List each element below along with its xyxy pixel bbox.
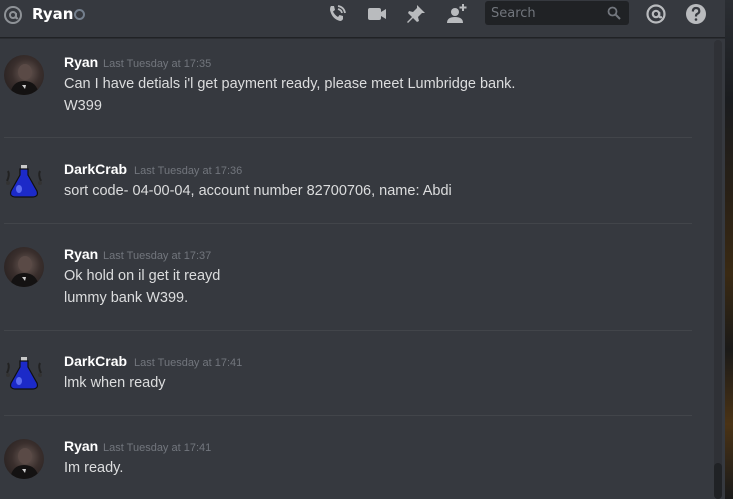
- search-icon[interactable]: [607, 6, 621, 20]
- message-divider: [4, 330, 692, 331]
- user-photo-icon: [10, 448, 39, 479]
- message-author[interactable]: DarkCrab: [64, 353, 127, 369]
- message-author[interactable]: DarkCrab: [64, 161, 127, 177]
- search-box[interactable]: [485, 1, 629, 25]
- mentions-icon[interactable]: [645, 3, 667, 25]
- message-timestamp: Last Tuesday at 17:35: [103, 58, 212, 70]
- message-list[interactable]: Ryan Last Tuesday at 17:35 Can I have de…: [0, 39, 725, 499]
- message-timestamp: Last Tuesday at 17:41: [134, 357, 243, 369]
- channel-header: Ryan: [0, 0, 725, 38]
- message-timestamp: Last Tuesday at 17:41: [103, 442, 212, 454]
- search-input[interactable]: [485, 1, 606, 25]
- channel-title: Ryan: [32, 5, 74, 23]
- video-call-icon[interactable]: [366, 3, 388, 25]
- scrollbar-track[interactable]: [714, 40, 722, 499]
- message-text: Can I have detials i'l get payment ready…: [64, 76, 516, 92]
- avatar[interactable]: [4, 161, 44, 201]
- message-text: lummy bank W399.: [64, 290, 189, 306]
- avatar[interactable]: [4, 247, 44, 287]
- message-timestamp: Last Tuesday at 17:36: [134, 165, 243, 177]
- potion-flask-icon: [6, 357, 42, 390]
- message-text: lmk when ready: [64, 375, 166, 391]
- background-window-edge: [725, 0, 733, 499]
- message-divider: [4, 137, 692, 138]
- message-timestamp: Last Tuesday at 17:37: [103, 250, 212, 262]
- message-text: sort code- 04-00-04, account number 8270…: [64, 183, 452, 199]
- message-author[interactable]: Ryan: [64, 54, 98, 70]
- message-author[interactable]: Ryan: [64, 246, 98, 262]
- potion-flask-icon: [6, 165, 42, 198]
- pin-icon[interactable]: [405, 3, 427, 25]
- phone-call-icon[interactable]: [326, 3, 348, 25]
- message-text: Ok hold on il get it reayd: [64, 268, 221, 284]
- message-divider: [4, 415, 692, 416]
- offline-status-icon: [74, 9, 85, 20]
- help-icon[interactable]: [685, 3, 707, 25]
- avatar[interactable]: [4, 353, 44, 393]
- add-friend-icon[interactable]: [446, 3, 468, 25]
- message-text: Im ready.: [64, 460, 124, 476]
- message-author[interactable]: Ryan: [64, 438, 98, 454]
- avatar[interactable]: [4, 439, 44, 479]
- scrollbar-thumb[interactable]: [714, 463, 722, 499]
- avatar[interactable]: [4, 55, 44, 95]
- message-text: W399: [64, 98, 102, 114]
- at-icon: [4, 6, 22, 24]
- user-photo-icon: [10, 64, 39, 95]
- user-photo-icon: [10, 256, 39, 287]
- message-divider: [4, 223, 692, 224]
